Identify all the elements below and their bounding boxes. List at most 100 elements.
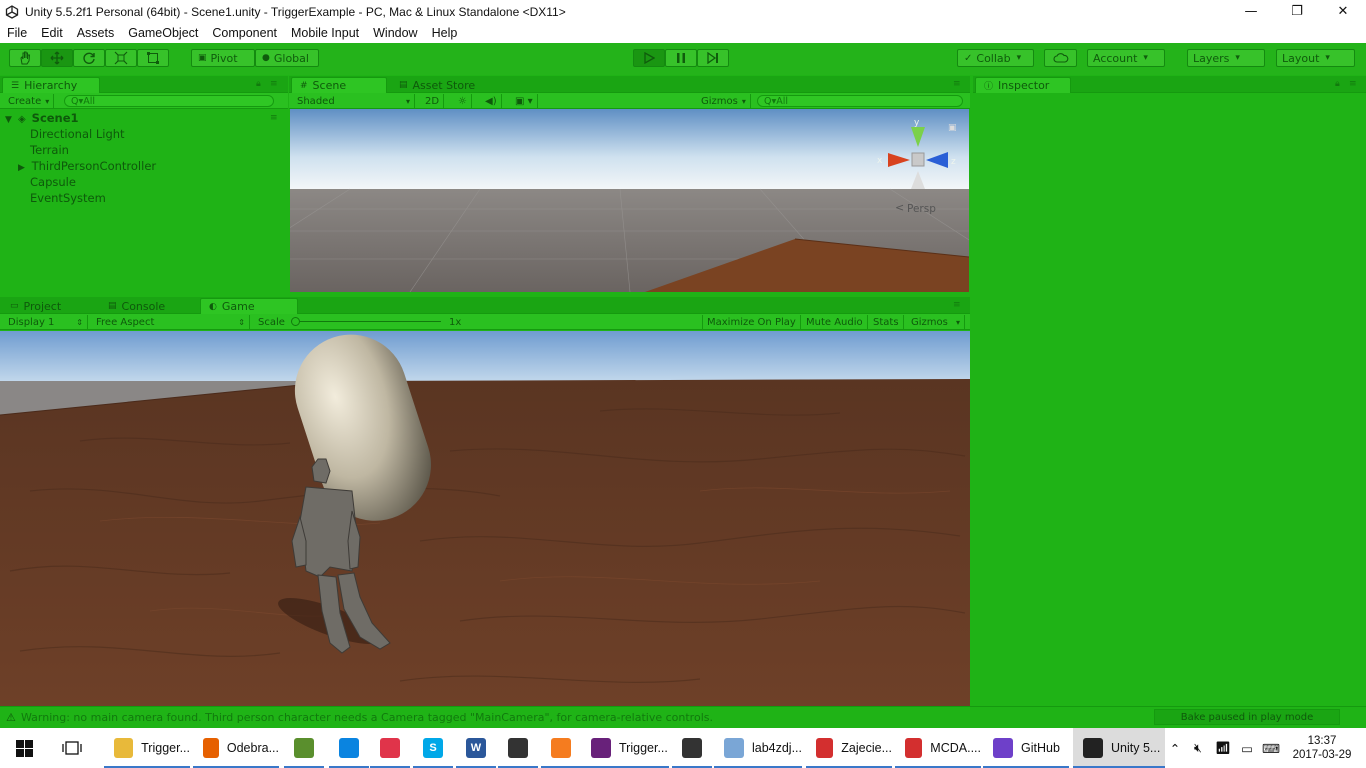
gizmo-lock-icon[interactable]: ▣	[948, 123, 957, 133]
scale-slider-handle[interactable]	[291, 317, 300, 326]
taskbar-app-15[interactable]: Unity 5...	[1073, 728, 1165, 768]
hierarchy-item-eventsystem[interactable]: EventSystem	[30, 191, 106, 205]
menu-window[interactable]: Window	[366, 26, 424, 40]
wifi-icon[interactable]: 📶︎	[1213, 728, 1233, 768]
tab-hierarchy[interactable]: ☰ Hierarchy	[2, 77, 100, 93]
persp-label[interactable]: Persp	[907, 203, 936, 215]
taskbar-app-4[interactable]	[370, 728, 410, 768]
taskbar-app-5[interactable]: S	[413, 728, 453, 768]
language-icon[interactable]: ⌨︎	[1261, 728, 1281, 768]
inspector-menu-icon[interactable]: ≡	[1349, 79, 1357, 89]
menu-assets[interactable]: Assets	[70, 26, 122, 40]
menu-component[interactable]: Component	[205, 26, 284, 40]
clock-time: 13:37	[1307, 735, 1337, 747]
hierarchy-item-terrain[interactable]: Terrain	[30, 143, 69, 157]
cloud-button[interactable]	[1044, 49, 1077, 67]
scene-view[interactable]: y x z < Persp ▣	[290, 109, 969, 292]
game-view[interactable]	[0, 331, 970, 707]
taskbar-app-10[interactable]	[672, 728, 712, 768]
taskbar-app-0[interactable]: Trigger...	[104, 728, 190, 768]
taskbar-app-11[interactable]: lab4zdj...	[714, 728, 802, 768]
hand-tool-button[interactable]	[9, 49, 41, 67]
game-viewport-render	[0, 331, 970, 707]
menu-edit[interactable]: Edit	[34, 26, 70, 40]
scene-tab-icon: #	[300, 80, 308, 91]
menu-help[interactable]: Help	[425, 26, 465, 40]
clock[interactable]: 13:37 2017-03-29	[1284, 728, 1360, 768]
layers-dropdown[interactable]: Layers	[1187, 49, 1265, 67]
scene-root[interactable]: ▼ ◈ Scene1	[5, 111, 79, 125]
create-dropdown[interactable]: Create ▾	[4, 94, 55, 108]
taskbar-app-1[interactable]: Odebra...	[193, 728, 279, 768]
taskbar-app-7[interactable]	[498, 728, 538, 768]
tab-console[interactable]: ▤ Console	[100, 298, 173, 314]
rect-tool-button[interactable]	[137, 49, 169, 67]
lock-icon[interactable]: 🔒︎	[256, 79, 261, 89]
play-button[interactable]	[633, 49, 665, 67]
start-button[interactable]	[0, 728, 48, 768]
scale-tool-button[interactable]	[105, 49, 137, 67]
volume-muted-icon[interactable]: 🔇︎	[1188, 728, 1208, 768]
tray-chevron-icon[interactable]: ⌃	[1165, 728, 1185, 768]
layout-dropdown[interactable]: Layout	[1276, 49, 1355, 67]
global-toggle[interactable]: ● Global	[255, 49, 319, 67]
scene-panel-menu-icon[interactable]: ≡	[953, 79, 961, 89]
task-view-button[interactable]	[50, 728, 94, 768]
image-icon: ▣ ▾	[515, 95, 533, 107]
hierarchy-item-thirdpersoncontroller[interactable]: ▶ ThirdPersonController	[18, 159, 156, 173]
inspector-lock-icon[interactable]: 🔒︎	[1335, 79, 1340, 89]
hierarchy-item-directional-light[interactable]: Directional Light	[30, 127, 125, 141]
close-button[interactable]: ✕	[1320, 0, 1366, 23]
hierarchy-search-input[interactable]: Q▾All	[64, 95, 274, 107]
taskbar-app-3[interactable]	[329, 728, 369, 768]
tab-scene[interactable]: # Scene	[291, 77, 387, 93]
rotate-tool-button[interactable]	[73, 49, 105, 67]
stats-toggle[interactable]: Stats	[869, 315, 904, 329]
panel-menu-icon[interactable]: ≡	[270, 79, 278, 89]
status-warning-text[interactable]: Warning: no main camera found. Third per…	[21, 711, 713, 724]
pause-button[interactable]	[665, 49, 697, 67]
aspect-dropdown[interactable]: Free Aspect ⇕	[92, 315, 250, 329]
tab-inspector[interactable]: ⓘ Inspector	[975, 77, 1071, 93]
tab-asset-store[interactable]: ▤ Asset Store	[391, 77, 483, 93]
taskbar-app-8[interactable]	[541, 728, 581, 768]
scene-effects-dropdown[interactable]: ▣ ▾	[511, 94, 538, 108]
game-gizmos-dropdown[interactable]: Gizmos ▾	[907, 315, 965, 329]
battery-icon[interactable]: ▭	[1237, 728, 1257, 768]
scene-audio-toggle[interactable]: ◀)	[481, 94, 502, 108]
scene-search-input[interactable]: Q▾All	[757, 95, 963, 107]
scale-slider-track[interactable]	[295, 321, 441, 322]
scene-lighting-toggle[interactable]: ☼	[454, 94, 472, 108]
taskbar-app-14[interactable]: GitHub	[983, 728, 1069, 768]
shading-chevron-icon: ▾	[405, 96, 410, 106]
taskbar-app-12[interactable]: Zajecie...	[806, 728, 892, 768]
tab-game[interactable]: ◐ Game	[200, 298, 298, 314]
aspect-chevron-icon: ⇕	[238, 317, 245, 327]
shading-mode-dropdown[interactable]: Shaded ▾	[293, 94, 415, 108]
menu-mobile-input[interactable]: Mobile Input	[284, 26, 366, 40]
menu-gameobject[interactable]: GameObject	[121, 26, 205, 40]
taskbar-app-6[interactable]: W	[456, 728, 496, 768]
tab-project[interactable]: ▭ Project	[2, 298, 69, 314]
menu-file[interactable]: File	[0, 26, 34, 40]
minimize-button[interactable]: —	[1228, 0, 1274, 23]
display-dropdown[interactable]: Display 1 ⇕	[4, 315, 88, 329]
game-panel-menu-icon[interactable]: ≡	[953, 300, 961, 310]
account-dropdown[interactable]: Account	[1087, 49, 1165, 67]
scene-gizmos-dropdown[interactable]: Gizmos ▾	[697, 94, 751, 108]
step-button[interactable]	[697, 49, 729, 67]
collab-dropdown[interactable]: ✓ Collab	[957, 49, 1034, 67]
maximize-on-play-toggle[interactable]: Maximize On Play	[702, 315, 801, 329]
mute-audio-toggle[interactable]: Mute Audio	[802, 315, 868, 329]
taskbar-app-13[interactable]: MCDA....	[895, 728, 981, 768]
taskbar-app-9[interactable]: Trigger...	[581, 728, 669, 768]
taskbar-app-icon	[380, 738, 400, 758]
move-icon	[50, 51, 64, 65]
hierarchy-item-capsule[interactable]: Capsule	[30, 175, 76, 189]
maximize-button[interactable]: ❐	[1274, 0, 1320, 23]
2d-toggle[interactable]: 2D	[421, 94, 445, 108]
scene-menu-icon[interactable]: ≡	[270, 113, 278, 123]
pivot-toggle[interactable]: ▣ Pivot	[191, 49, 255, 67]
move-tool-button[interactable]	[41, 49, 73, 67]
taskbar-app-2[interactable]	[284, 728, 324, 768]
